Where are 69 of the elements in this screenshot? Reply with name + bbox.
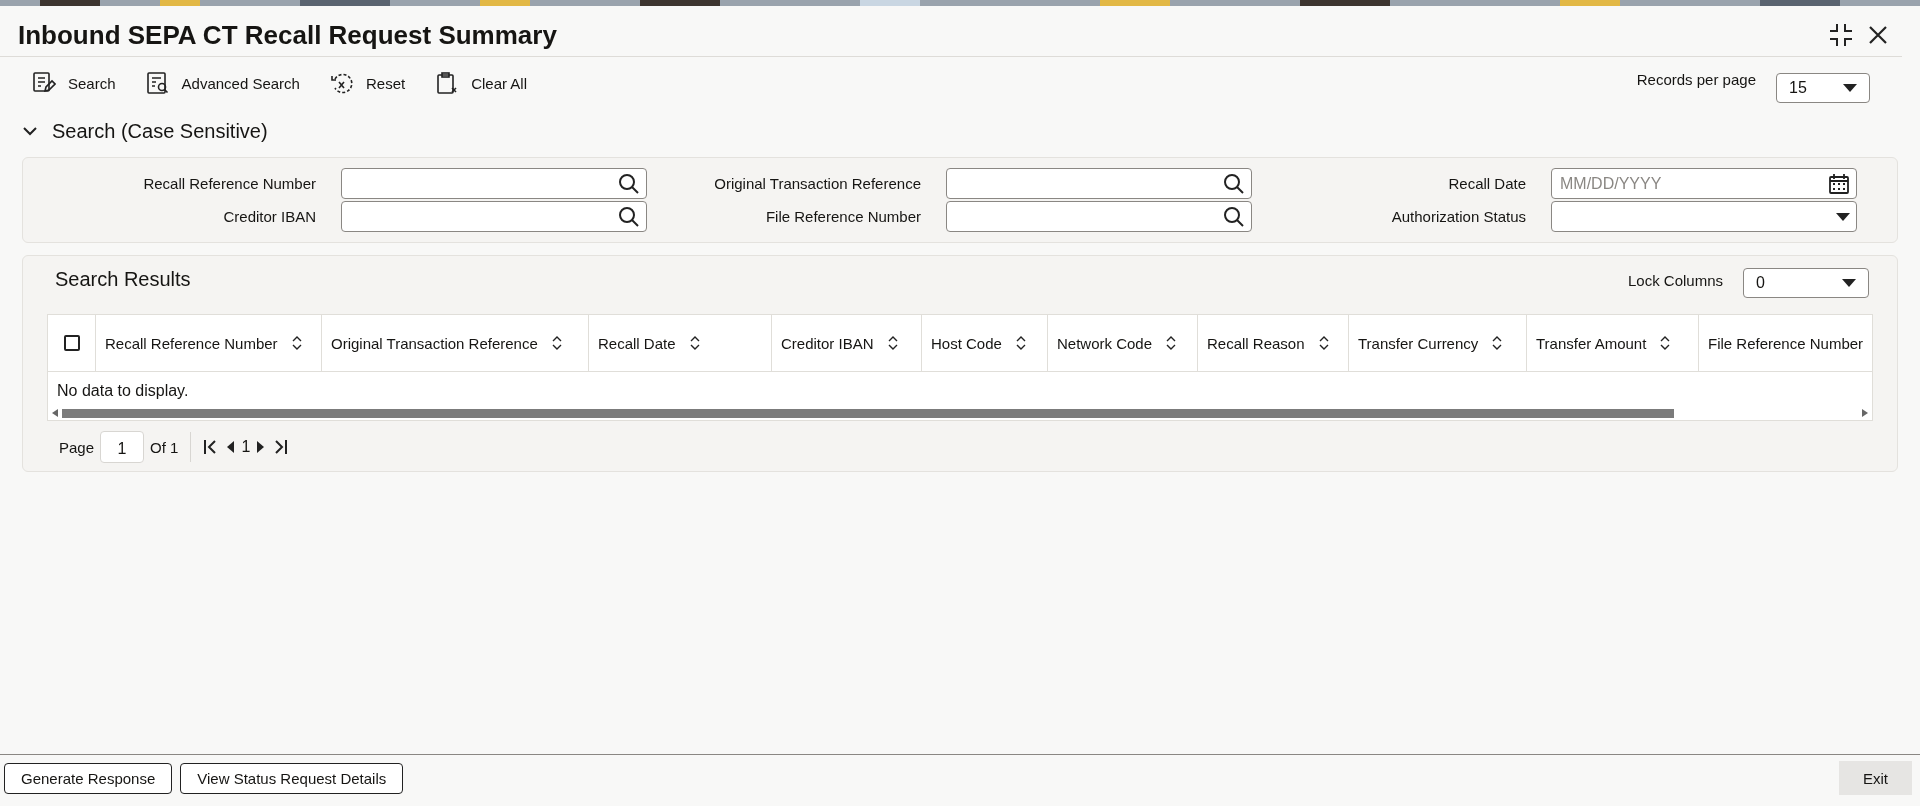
field-label: File Reference Number xyxy=(764,208,921,225)
sort-icon[interactable] xyxy=(1015,336,1026,350)
search-icon[interactable] xyxy=(618,172,640,195)
column-header[interactable]: Transfer Currency xyxy=(1358,334,1479,352)
column-header[interactable]: Recall Reference Number xyxy=(105,334,278,352)
empty-message: No data to display. xyxy=(56,381,190,401)
section-toggle[interactable]: Search (Case Sensitive) xyxy=(0,111,268,145)
field-label: Creditor IBAN xyxy=(222,208,316,225)
sort-icon[interactable] xyxy=(291,336,302,350)
field-label: Recall Reference Number xyxy=(142,175,316,192)
sort-icon[interactable] xyxy=(689,336,700,350)
column-header[interactable]: Transfer Amount xyxy=(1536,334,1647,352)
footer-button[interactable]: View Status Request Details xyxy=(180,762,404,794)
scrollbar-thumb[interactable] xyxy=(62,408,1674,418)
footer-button[interactable]: Generate Response xyxy=(4,762,173,794)
records-per-page-select[interactable]: 15 xyxy=(1776,73,1870,103)
toolbar-reset-button[interactable]: Reset xyxy=(329,71,406,95)
field-label: Original Transaction Reference xyxy=(713,175,921,192)
input-field[interactable] xyxy=(341,201,647,232)
page-title: Inbound SEPA CT Recall Request Summary xyxy=(18,19,557,51)
input-field[interactable] xyxy=(341,168,647,199)
sort-icon[interactable] xyxy=(1166,336,1177,350)
dropdown-caret-icon xyxy=(1843,84,1857,92)
dropdown-caret-icon xyxy=(1836,212,1850,221)
current-page-number: 1 xyxy=(241,438,251,456)
lock-columns-select[interactable]: 0 xyxy=(1743,268,1869,298)
sort-icon[interactable] xyxy=(1318,336,1329,350)
input-field[interactable] xyxy=(946,168,1252,199)
section-title: Search Results xyxy=(55,268,191,291)
column-header[interactable]: Creditor IBAN xyxy=(781,334,874,352)
clipboard-clear-icon xyxy=(435,71,460,95)
column-header[interactable]: Recall Date xyxy=(598,334,676,352)
column-header[interactable]: Original Transaction Reference xyxy=(331,334,538,352)
select-all-checkbox[interactable] xyxy=(63,335,80,351)
field-label: Recall Date xyxy=(1447,175,1526,192)
toolbar-clear-button[interactable]: Clear All xyxy=(435,71,527,95)
scroll-left-icon[interactable] xyxy=(52,409,58,417)
dropdown-caret-icon xyxy=(1842,279,1856,287)
column-header[interactable]: Recall Reason xyxy=(1207,334,1305,352)
search-icon[interactable] xyxy=(1223,172,1245,195)
sort-icon[interactable] xyxy=(887,336,898,350)
lock-columns-label: Lock Columns xyxy=(1627,272,1723,289)
exit-button[interactable]: Exit xyxy=(1839,761,1912,795)
dropdown-field[interactable] xyxy=(1551,201,1857,232)
page-number-field[interactable]: 1 xyxy=(100,431,145,463)
reset-icon xyxy=(329,71,354,95)
input-field[interactable] xyxy=(946,201,1252,232)
page-count-label: Of 1 xyxy=(150,438,179,456)
records-per-page-label: Records per page xyxy=(1636,71,1756,88)
last-page-icon[interactable] xyxy=(272,439,289,455)
search-icon[interactable] xyxy=(618,205,640,228)
toolbar-search-button[interactable]: Search xyxy=(32,71,116,95)
field-label: Authorization Status xyxy=(1390,208,1526,225)
column-header[interactable]: File Reference Number xyxy=(1708,334,1864,352)
previous-page-icon[interactable] xyxy=(225,440,236,454)
list-edit-icon xyxy=(32,71,56,95)
column-header[interactable]: Network Code xyxy=(1057,334,1153,352)
collapse-icon[interactable] xyxy=(1828,22,1854,48)
sort-icon[interactable] xyxy=(1660,336,1671,350)
sort-icon[interactable] xyxy=(551,336,562,350)
scroll-right-icon[interactable] xyxy=(1862,409,1868,417)
search-icon[interactable] xyxy=(1223,205,1245,228)
calendar-icon[interactable] xyxy=(1828,172,1850,195)
list-search-icon xyxy=(145,71,170,95)
column-header[interactable]: Host Code xyxy=(931,334,1002,352)
date-field[interactable]: MM/DD/YYYY xyxy=(1551,168,1857,199)
toolbar-advanced-button[interactable]: Advanced Search xyxy=(145,71,300,95)
sort-icon[interactable] xyxy=(1492,336,1503,350)
page-label: Page xyxy=(59,438,95,456)
